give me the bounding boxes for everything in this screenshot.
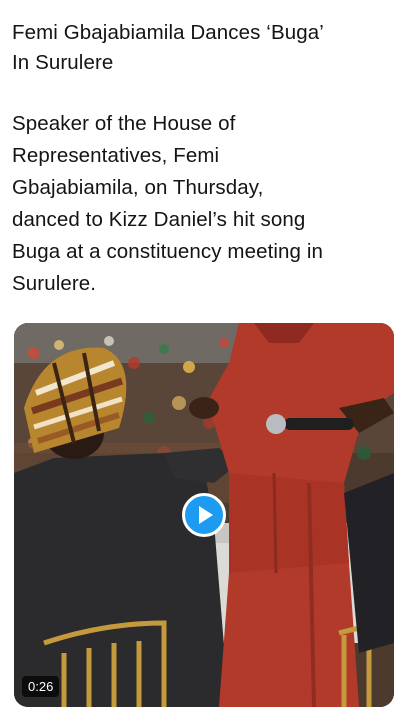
post-headline: Femi Gbajabiamila Dances ‘Buga’ In Surul… — [12, 21, 324, 74]
video-duration-badge: 0:26 — [22, 676, 60, 697]
play-icon — [199, 506, 213, 524]
post-body: Speaker of the House of Representatives,… — [12, 112, 323, 295]
play-button[interactable] — [182, 493, 226, 537]
video-player[interactable]: 0:26 — [14, 323, 394, 707]
post-text: Femi Gbajabiamila Dances ‘Buga’ In Surul… — [12, 18, 396, 300]
